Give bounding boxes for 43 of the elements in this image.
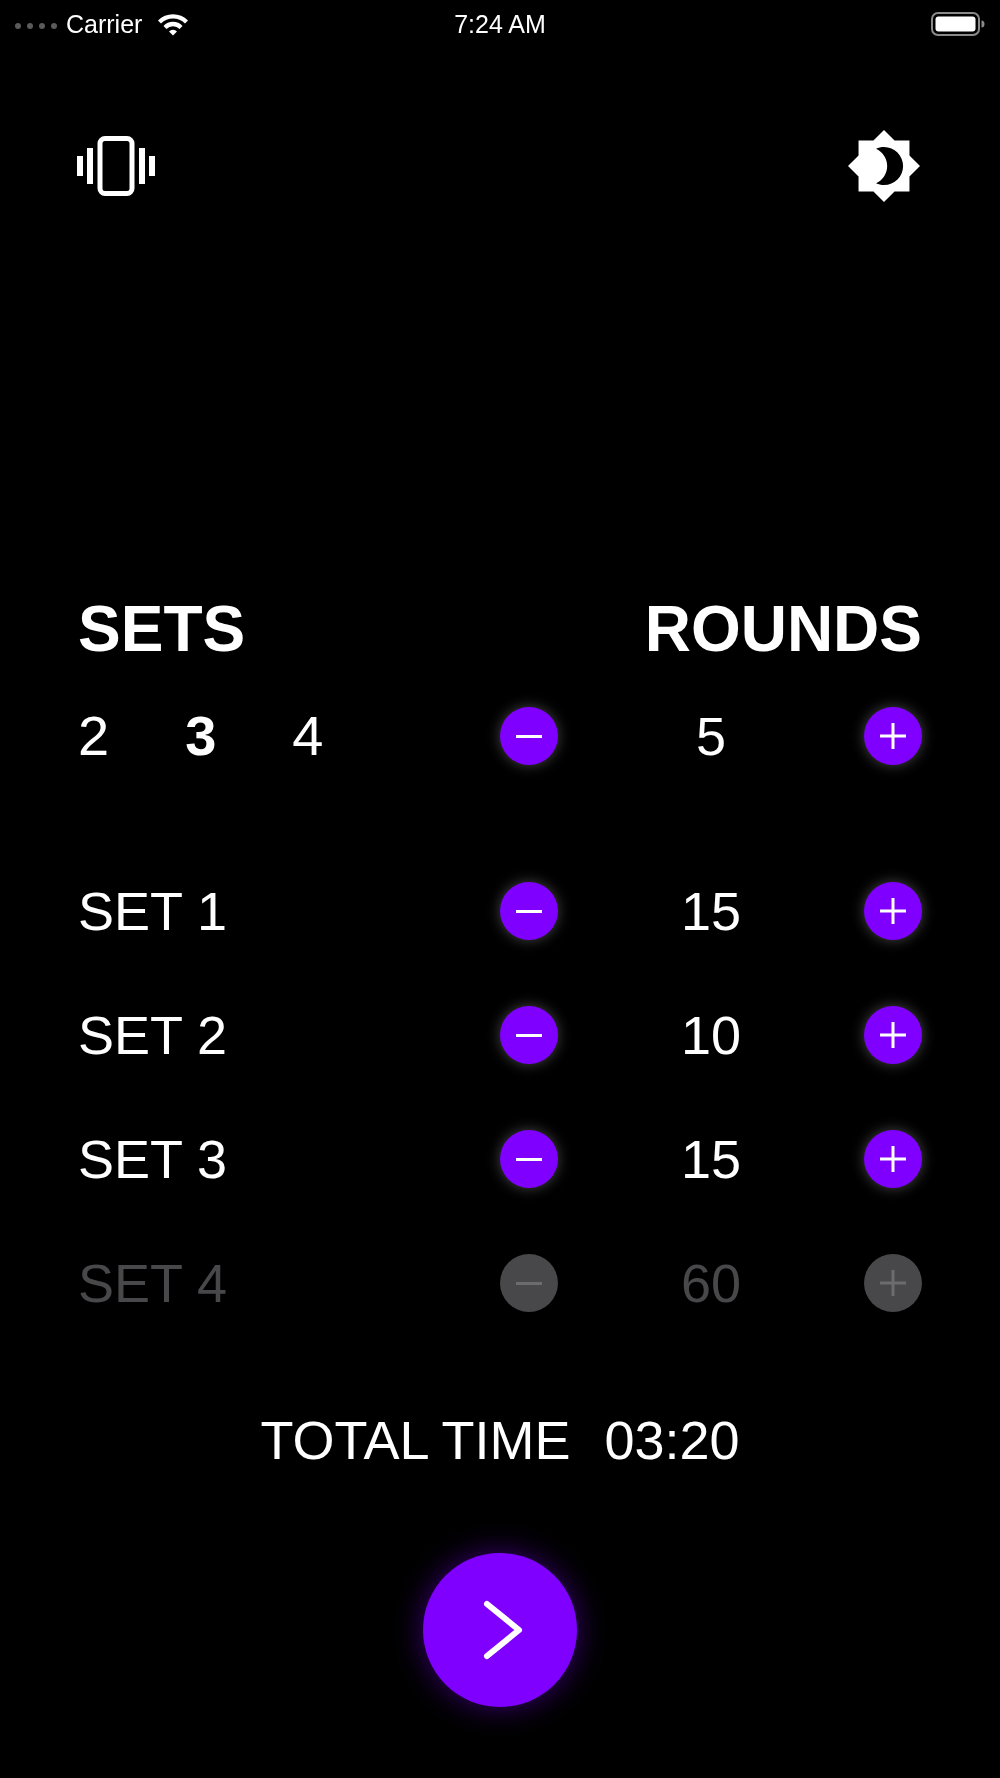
brightness-icon[interactable] (848, 130, 920, 202)
set-label: SET 2 (78, 1008, 229, 1062)
rounds-heading: ROUNDS (644, 597, 922, 661)
plus-icon (880, 1146, 906, 1172)
increase-button[interactable] (864, 882, 922, 940)
total-time-label: TOTAL TIME (260, 1413, 571, 1467)
total-time-value: 03:20 (604, 1413, 740, 1467)
set-duration-value: 15 (679, 884, 743, 938)
rounds-value: 5 (694, 709, 727, 763)
decrease-button[interactable] (500, 882, 558, 940)
decrease-button[interactable] (500, 707, 558, 765)
decrease-button[interactable] (500, 1130, 558, 1188)
plus-icon (880, 1022, 906, 1048)
minus-icon (516, 1033, 542, 1037)
clock-time: 7:24 AM (454, 9, 546, 39)
set-duration-value: 15 (679, 1132, 743, 1186)
set-duration-value: 10 (679, 1008, 743, 1062)
start-button[interactable] (423, 1553, 577, 1707)
plus-icon (880, 898, 906, 924)
set-duration-value: 60 (679, 1256, 743, 1310)
increase-button[interactable] (864, 1130, 922, 1188)
minus-icon (516, 734, 542, 738)
increase-button[interactable] (864, 707, 922, 765)
increase-button[interactable] (864, 1006, 922, 1064)
signal-icon (15, 23, 57, 29)
set-label: SET 4 (78, 1256, 229, 1310)
battery-icon (931, 12, 985, 36)
minus-icon (516, 1157, 542, 1161)
decrease-button[interactable] (500, 1006, 558, 1064)
sets-heading: SETS (78, 597, 246, 661)
chevron-icon (483, 1600, 523, 1660)
vibrate-icon[interactable] (77, 136, 155, 196)
set-count-tab[interactable]: 4 (292, 708, 324, 764)
plus-icon (880, 723, 906, 749)
set-label: SET 3 (78, 1132, 229, 1186)
wifi-icon (157, 12, 190, 36)
set-label: SET 1 (78, 884, 229, 938)
set-count-tab[interactable]: 2 (78, 708, 110, 764)
minus-icon (516, 1281, 542, 1285)
set-count-tab[interactable]: 3 (185, 708, 217, 764)
plus-icon (880, 1270, 906, 1296)
carrier-name: Carrier (66, 9, 143, 39)
minus-icon (516, 909, 542, 913)
